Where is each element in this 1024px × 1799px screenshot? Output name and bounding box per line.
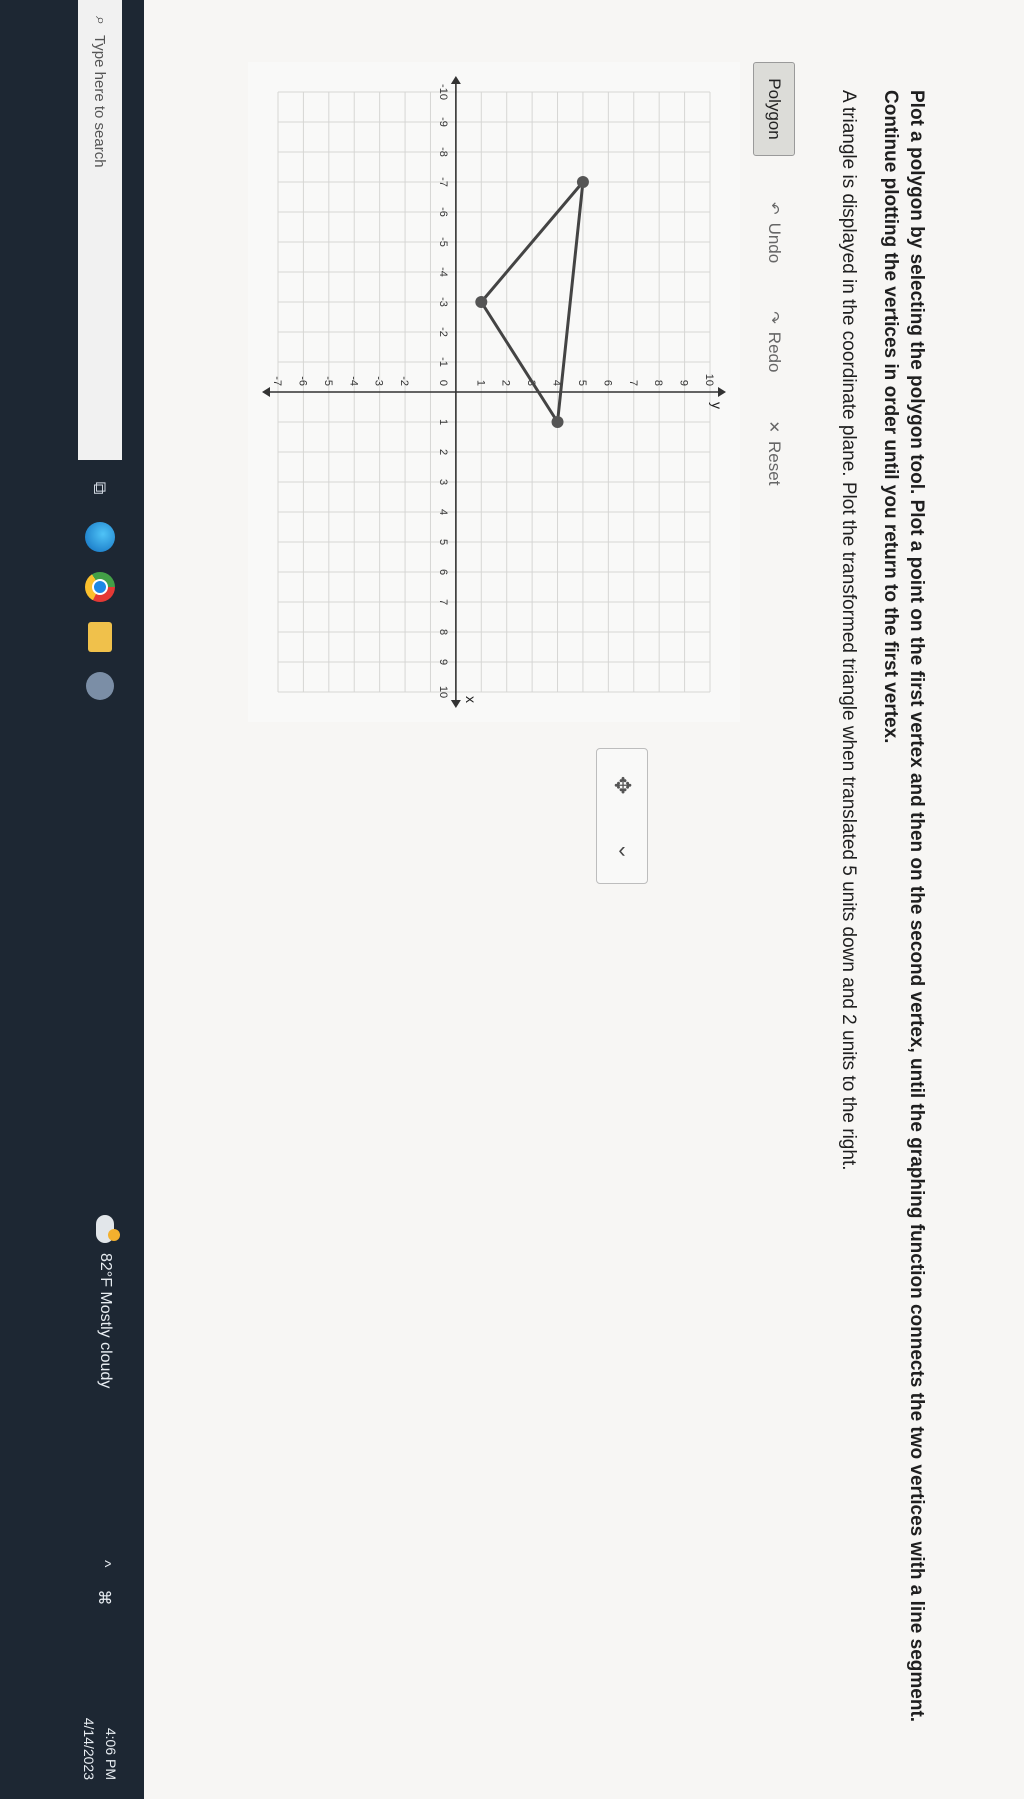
y-tick-label: -2: [398, 376, 410, 386]
graph-toolbar: Polygon ↶ Undo ↷ Redo ✕ Reset: [752, 62, 796, 533]
y-tick-label: -5: [322, 376, 334, 386]
polygon-tool-button[interactable]: Polygon: [753, 62, 795, 156]
weather-widget[interactable]: 82°F Mostly cloudy: [96, 1215, 114, 1388]
y-tick-label: -6: [296, 376, 308, 386]
x-tick-label: -6: [437, 207, 449, 217]
reset-label: Reset: [765, 441, 784, 486]
x-tick-label: -4: [437, 267, 449, 277]
y-tick-label: 7: [627, 380, 639, 386]
app-icon[interactable]: [86, 672, 114, 700]
x-tick-label: 2: [437, 449, 449, 455]
y-tick-label: -4: [347, 376, 359, 386]
task-text: A triangle is displayed in the coordinat…: [838, 90, 859, 1171]
polygon-tool-label: Polygon: [765, 78, 784, 140]
y-tick-label: 5: [576, 380, 588, 386]
x-tick-label: -10: [437, 84, 449, 100]
x-tick-label: 8: [437, 629, 449, 635]
y-tick-label: -7: [271, 376, 283, 386]
graph-side-panel: ✥ ›: [596, 748, 648, 884]
question-page: Plot a polygon by selecting the polygon …: [144, 0, 1024, 1799]
x-tick-label: -5: [437, 237, 449, 247]
network-icon[interactable]: ⌘: [94, 1590, 114, 1606]
x-tick-label: 4: [437, 509, 449, 515]
clock-date: 4/14/2023: [81, 1717, 97, 1780]
chevron-up-icon[interactable]: ^: [95, 1560, 113, 1568]
undo-label: Undo: [765, 222, 784, 264]
instruction-text: Plot a polygon by selecting the polygon …: [880, 90, 927, 1723]
edge-icon[interactable]: [85, 522, 115, 552]
move-icon[interactable]: ✥: [609, 776, 635, 794]
weather-text: 82°F Mostly cloudy: [97, 1253, 114, 1389]
search-placeholder: Type here to search: [91, 34, 109, 168]
instructions: Plot a polygon by selecting the polygon …: [835, 90, 929, 1740]
x-tick-label: 1: [437, 419, 449, 425]
redo-label: Redo: [765, 331, 784, 373]
triangle-vertex[interactable]: [551, 416, 564, 428]
x-axis-label: x: [463, 696, 479, 703]
redo-icon: ↷: [765, 311, 782, 324]
file-explorer-icon[interactable]: [88, 622, 112, 652]
chevron-down-icon[interactable]: ›: [618, 839, 625, 865]
reset-button[interactable]: ✕ Reset: [764, 420, 784, 485]
task-view-icon[interactable]: ⧉: [82, 470, 118, 506]
redo-button[interactable]: ↷ Redo: [764, 311, 784, 372]
coordinate-plane-svg[interactable]: xy-10-9-8-7-6-5-4-3-2-112345678910-7 -6 -5…: [248, 62, 740, 722]
x-tick-label: -7: [437, 177, 449, 187]
undo-button[interactable]: ↶ Undo: [764, 202, 784, 263]
triangle-vertex[interactable]: [576, 176, 589, 188]
y-tick-label: 9: [678, 380, 690, 386]
x-tick-label: -3: [437, 297, 449, 307]
clock-time: 4:06 PM: [103, 1727, 119, 1780]
x-tick-label: -9: [437, 117, 449, 127]
taskbar-search[interactable]: ⌕ Type here to search: [78, 0, 122, 460]
x-tick-label: 5: [437, 539, 449, 545]
taskbar: ⌕ Type here to search ⧉ 82°F Mostly clou…: [0, 0, 144, 1799]
cloud-icon: [96, 1215, 114, 1243]
system-tray: ^ ⌘: [94, 1560, 114, 1630]
y-tick-label: 6: [601, 380, 613, 386]
y-tick-label: 1: [474, 380, 486, 386]
x-tick-label: -8: [437, 147, 449, 157]
y-tick-label: -3: [373, 376, 385, 386]
undo-icon: ↶: [765, 202, 782, 215]
y-tick-label: 8: [652, 380, 664, 386]
x-tick-label: 9: [437, 659, 449, 665]
x-tick-label: 10: [437, 686, 449, 698]
close-icon: ✕: [765, 420, 782, 434]
origin-label: 0: [437, 380, 449, 386]
chrome-icon[interactable]: [85, 572, 115, 602]
y-axis-label: y: [709, 402, 725, 409]
taskbar-clock[interactable]: 4:06 PM 4/14/2023: [78, 1690, 122, 1780]
x-tick-label: 6: [437, 569, 449, 575]
x-tick-label: -1: [437, 357, 449, 367]
photo-stage: Plot a polygon by selecting the polygon …: [0, 0, 1024, 1799]
x-tick-label: -2: [437, 327, 449, 337]
screen: Plot a polygon by selecting the polygon …: [0, 0, 1024, 1799]
y-tick-label: 10: [703, 374, 715, 386]
x-tick-label: 7: [437, 599, 449, 605]
triangle-vertex[interactable]: [475, 296, 488, 308]
y-tick-label: 2: [500, 380, 512, 386]
x-tick-label: 3: [437, 479, 449, 485]
coordinate-plane[interactable]: x y -10 -9 -8 -7 -6 -5 -4 -3 -2 -1 1 2 3 4 5 6 7 8 9 10 -7 -6 -5…: [248, 62, 740, 722]
search-icon: ⌕: [92, 16, 109, 25]
